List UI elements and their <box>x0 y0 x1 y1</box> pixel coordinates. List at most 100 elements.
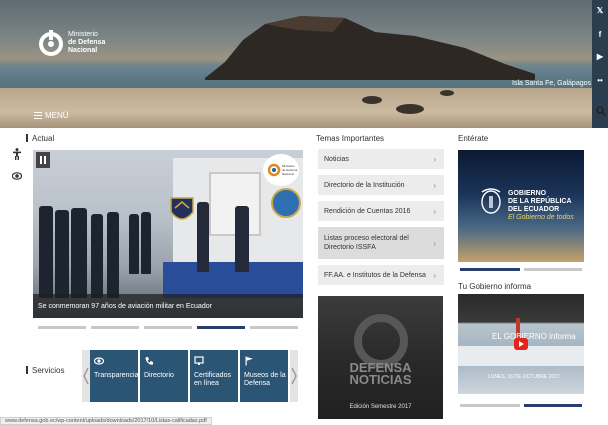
gobierno-indicator-active[interactable] <box>524 404 582 407</box>
ministry-logo-text: Ministerio de Defensa Nacional <box>68 31 105 55</box>
section-actual: Actual <box>26 134 54 143</box>
monitor-icon <box>194 356 204 365</box>
hero-banner: Ministerio de Defensa Nacional Isla Sant… <box>0 0 592 128</box>
enterate-banner[interactable]: GOBIERNO DE LA REPÚBLICA DEL ECUADOR El … <box>458 150 584 262</box>
ministry-logo[interactable]: Ministerio de Defensa Nacional <box>38 28 105 58</box>
eye-icon <box>94 357 104 365</box>
carousel-person <box>55 210 69 298</box>
tema-label: FF.AA. e Institutos de la Defensa <box>324 271 426 279</box>
chevron-left-icon <box>83 367 89 385</box>
chevron-right-icon: › <box>433 207 436 216</box>
carousel-person <box>129 214 139 274</box>
phone-icon <box>145 357 153 365</box>
defensa-noticias-title: DEFENSA NOTICIAS <box>318 361 443 386</box>
services-next-button[interactable] <box>290 350 298 402</box>
carousel-dot[interactable] <box>144 326 192 329</box>
service-label: Transparencia <box>94 372 139 379</box>
carousel-dot-active[interactable] <box>197 326 245 329</box>
chevron-right-icon: › <box>433 181 436 190</box>
gobierno-indicator[interactable] <box>460 404 520 407</box>
news-carousel[interactable]: Se conmemoran 97 años de aviación milita… <box>33 150 303 318</box>
air-force-emblem-icon <box>170 197 194 220</box>
youtube-icon[interactable]: ▶ <box>592 52 608 61</box>
service-label: Directorio <box>144 372 174 379</box>
tema-item-listas-issfa[interactable]: Listas proceso electoral del Directorio … <box>318 227 444 259</box>
ministry-seal-icon: Ministerio de Defensa Nacional <box>263 154 299 186</box>
carousel-caption[interactable]: Se conmemoran 97 años de aviación milita… <box>38 303 212 310</box>
chevron-right-icon <box>291 367 297 385</box>
carousel-person <box>197 202 209 272</box>
hero-rock <box>396 104 424 114</box>
tu-gobierno-date: LUNES, 16 DE OCTUBRE 2017 <box>488 374 560 380</box>
flickr-icon[interactable]: •• <box>592 76 608 85</box>
enterate-gobierno-text: GOBIERNO DE LA REPÚBLICA DEL ECUADOR <box>508 190 572 214</box>
tema-label: Rendición de Cuentas 2016 <box>324 207 411 215</box>
tu-gobierno-title: EL GOBIERNO informa <box>492 332 576 341</box>
ecuador-coat-of-arms-icon <box>481 188 501 214</box>
carousel-dot[interactable] <box>38 326 86 329</box>
twitter-icon[interactable]: 𝕏 <box>592 6 608 15</box>
section-servicios: Servicios <box>26 366 64 375</box>
carousel-dot[interactable] <box>91 326 139 329</box>
tu-gobierno-video[interactable]: EL GOBIERNO informa LUNES, 16 DE OCTUBRE… <box>458 294 584 394</box>
enterate-line-2: DE LA REPÚBLICA <box>508 198 572 205</box>
section-tu-gobierno-label: Tu Gobierno informa <box>458 282 532 291</box>
logo-line-2: de Defensa <box>68 39 106 46</box>
menu-button[interactable]: MENÚ <box>34 110 69 121</box>
hamburger-icon <box>34 110 42 121</box>
aviation-emblem-icon <box>271 188 301 218</box>
status-bar-url: www.defensa.gob.ec/wp-content/uploads/do… <box>0 417 212 425</box>
tema-item-noticias[interactable]: Noticias › <box>318 149 444 169</box>
hero-rock <box>440 90 454 96</box>
section-actual-label: Actual <box>32 134 55 143</box>
service-museos[interactable]: Museos de la Defensa <box>240 350 288 402</box>
hero-rock <box>362 96 382 104</box>
carousel-pause-button[interactable] <box>36 152 50 168</box>
tema-item-ffaa[interactable]: FF.AA. e Institutos de la Defensa › <box>318 265 444 285</box>
tema-label: Listas proceso electoral del Directorio … <box>324 235 409 251</box>
service-certificados[interactable]: Certificados en línea <box>190 350 238 402</box>
section-servicios-label: Servicios <box>32 366 65 375</box>
flag-icon <box>245 356 253 366</box>
carousel-person <box>91 214 103 298</box>
carousel-dot[interactable] <box>250 326 298 329</box>
section-enterate: Entérate <box>458 134 488 143</box>
service-label: Certificados en línea <box>194 372 231 387</box>
accessibility-icon[interactable] <box>13 148 21 160</box>
enterate-line-3: DEL ECUADOR <box>508 206 560 213</box>
carousel-person <box>141 212 151 274</box>
chevron-right-icon: › <box>433 155 436 164</box>
service-directorio[interactable]: Directorio <box>140 350 188 402</box>
service-label: Museos de la Defensa <box>244 372 286 387</box>
seal-mark-icon <box>267 163 281 177</box>
enterate-tagline: El Gobierno de todos <box>508 214 574 221</box>
search-icon[interactable] <box>596 106 606 116</box>
logo-line-3: Nacional <box>68 47 98 54</box>
carousel-stage <box>163 262 303 298</box>
defensa-noticias-edition: Edición Semestre 2017 <box>349 404 412 410</box>
tema-label: Noticias <box>324 155 349 163</box>
carousel-person <box>71 208 87 298</box>
services-prev-button[interactable] <box>82 350 90 402</box>
section-temas-label: Temas Importantes <box>316 134 385 143</box>
hero-shore <box>0 88 592 128</box>
photo-caption: Isla Santa Fe, Galápagos <box>512 80 591 87</box>
enterate-indicator[interactable] <box>524 268 582 271</box>
logo-line-1: Ministerio <box>68 31 98 38</box>
defensa-noticias-banner[interactable]: DEFENSA NOTICIAS Edición Semestre 2017 <box>318 296 443 419</box>
enterate-line-1: GOBIERNO <box>508 190 547 197</box>
hero-island <box>205 16 535 80</box>
carousel-indicators <box>38 326 303 329</box>
service-transparencia[interactable]: Transparencia <box>90 350 139 402</box>
facebook-icon[interactable]: f <box>592 30 608 39</box>
tema-item-directorio[interactable]: Directorio de la Institución › <box>318 175 444 195</box>
carousel-person <box>107 212 119 298</box>
chevron-right-icon: › <box>433 271 436 280</box>
section-enterate-label: Entérate <box>458 134 489 143</box>
ministry-logo-icon <box>39 30 63 56</box>
contrast-eye-icon[interactable] <box>12 172 22 180</box>
enterate-indicator-active[interactable] <box>460 268 520 271</box>
tema-item-rendicion[interactable]: Rendición de Cuentas 2016 › <box>318 201 444 221</box>
menu-label: MENÚ <box>45 111 69 120</box>
play-icon[interactable] <box>514 338 528 350</box>
